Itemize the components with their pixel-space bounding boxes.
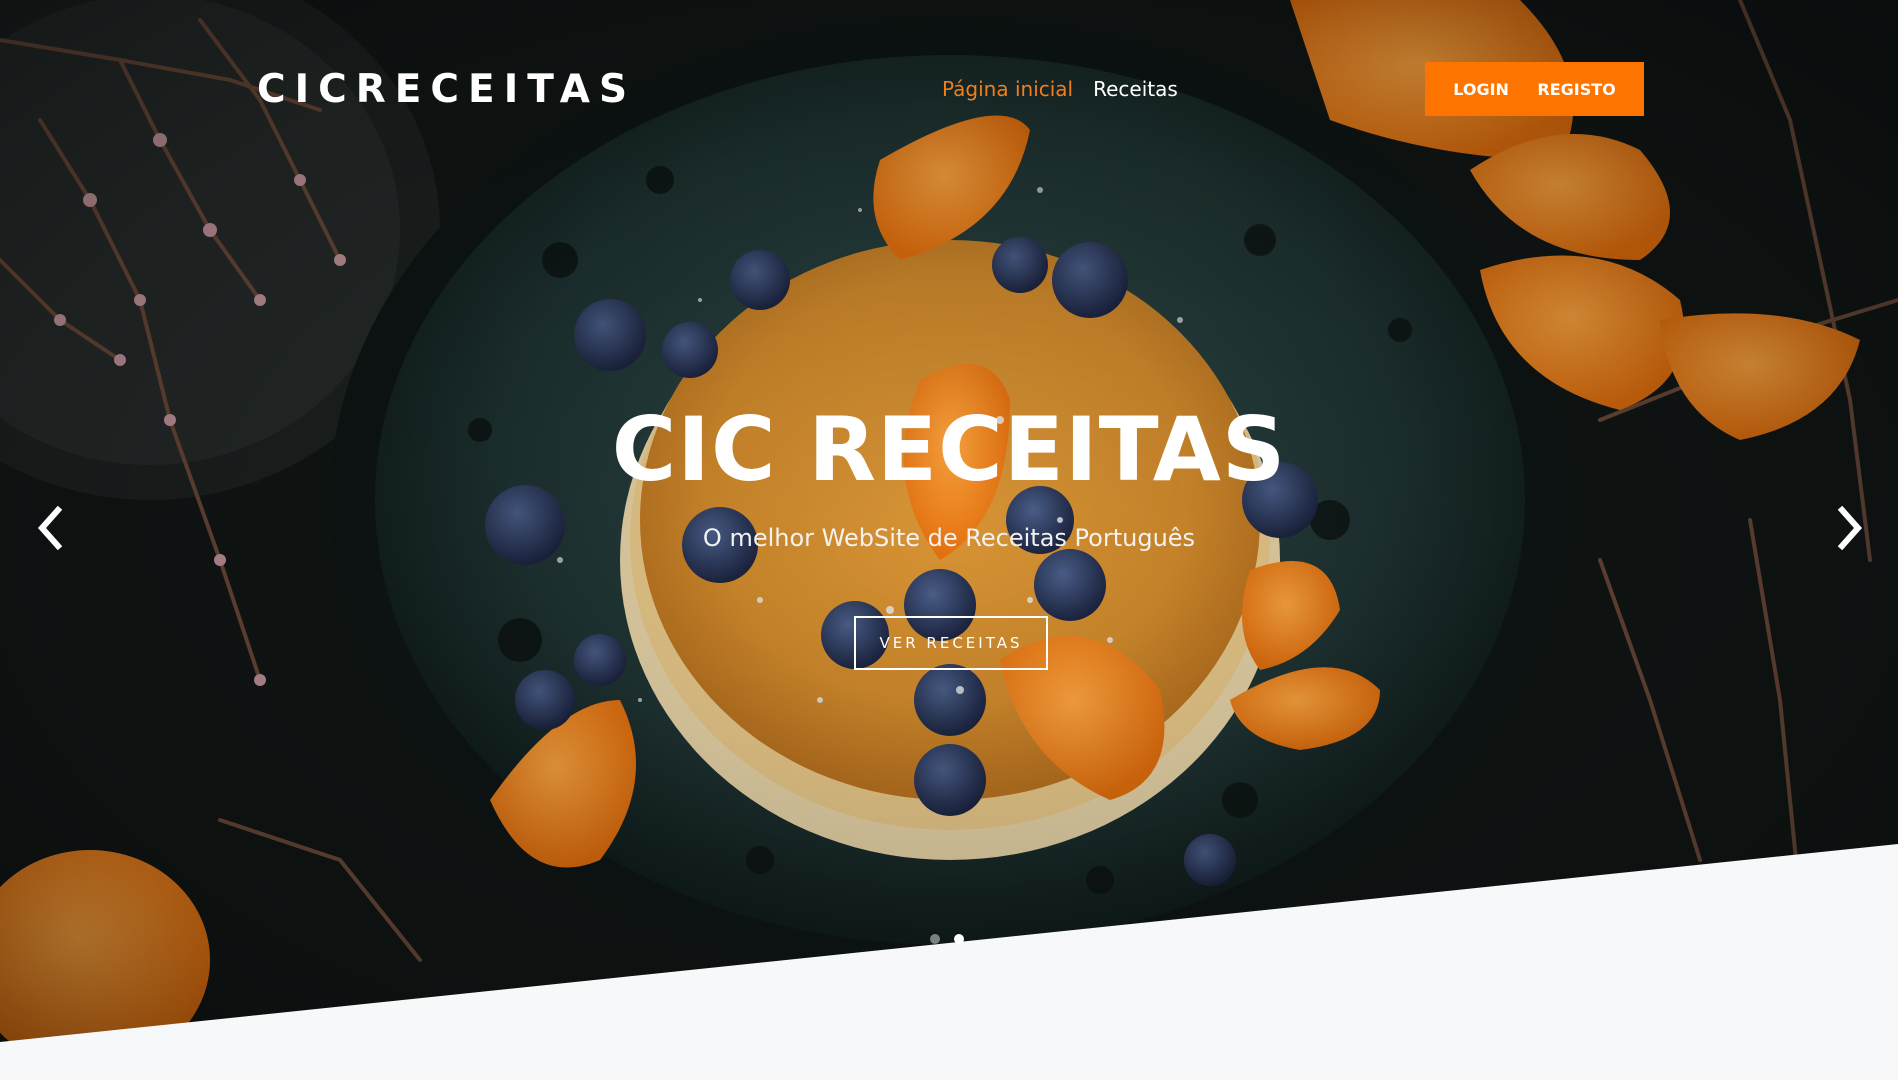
brand-logo[interactable]: CICRECEITAS [257, 66, 636, 114]
page: CIC RECEITAS O melhor WebSite de Receita… [0, 0, 1898, 1080]
hero-subtitle: O melhor WebSite de Receitas Português [702, 524, 1196, 552]
hero-title: CIC RECEITAS [611, 398, 1287, 501]
carousel-indicator-1[interactable] [930, 934, 940, 944]
auth-buttons: LOGIN REGISTO [1425, 62, 1644, 116]
view-recipes-button[interactable]: VER RECEITAS [854, 616, 1048, 670]
carousel-indicator-2[interactable] [954, 934, 964, 944]
register-button[interactable]: REGISTO [1531, 74, 1621, 105]
main-nav: Página inicial Receitas [942, 76, 1178, 102]
hero-carousel: CIC RECEITAS O melhor WebSite de Receita… [0, 0, 1898, 1080]
carousel-indicators [930, 934, 964, 944]
login-button[interactable]: LOGIN [1447, 74, 1515, 105]
nav-item-recipes[interactable]: Receitas [1093, 76, 1178, 102]
nav-item-home[interactable]: Página inicial [942, 76, 1073, 102]
